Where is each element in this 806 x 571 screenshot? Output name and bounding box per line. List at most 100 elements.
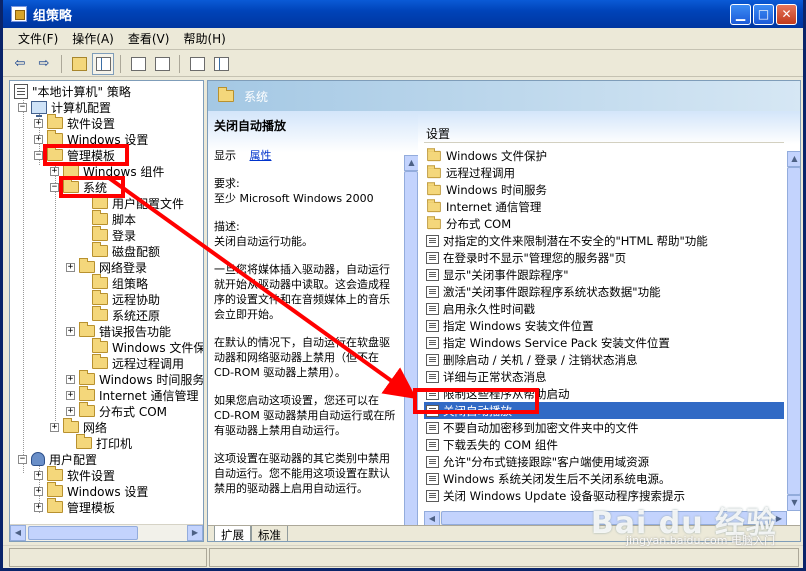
expand-icon[interactable]: +	[66, 374, 75, 384]
list-setting-item[interactable]: 对指定的文件来限制潜在不安全的"HTML 帮助"功能	[424, 232, 784, 249]
expand-icon[interactable]: +	[34, 134, 43, 144]
forward-arrow-icon[interactable]: ⇨	[33, 53, 55, 75]
list-setting-item[interactable]: Windows 系统关闭发生后不关闭系统电源。	[424, 470, 784, 487]
tree-item-scripts[interactable]: 脚本	[79, 210, 136, 227]
tree-user-windows-settings[interactable]: + Windows 设置	[34, 482, 148, 499]
tree-admin-templates[interactable]: − 管理模板	[34, 146, 115, 163]
tree-item-system-restore[interactable]: 系统还原	[79, 306, 160, 323]
tree-system[interactable]: − 系统	[50, 178, 107, 195]
list-setting-item[interactable]: 显示"关闭事件跟踪程序"	[424, 266, 784, 283]
up-folder-icon[interactable]	[68, 53, 90, 75]
list-setting-item[interactable]: 删除启动 / 关机 / 登录 / 注销状态消息	[424, 351, 784, 368]
list-folder-item[interactable]: Windows 文件保护	[424, 147, 784, 164]
tree-software-settings[interactable]: + 软件设置	[34, 114, 115, 131]
list-folder-item[interactable]: 远程过程调用	[424, 164, 784, 181]
scroll-thumb[interactable]	[787, 167, 800, 495]
tree-user-config[interactable]: − 用户配置	[18, 451, 97, 467]
tree-pane[interactable]: "本地计算机" 策略 − 计算机配置 + 软件设置 + Windows 设置 −…	[9, 80, 204, 542]
menu-file[interactable]: 文件(F)	[11, 28, 65, 49]
tree-item-user-profiles[interactable]: 用户配置文件	[79, 194, 184, 211]
tree-printers[interactable]: 打印机	[63, 434, 132, 451]
list-folder-item[interactable]: Windows 时间服务	[424, 181, 784, 198]
folder-icon	[92, 210, 108, 225]
scroll-down-icon[interactable]: ▼	[787, 495, 800, 511]
scroll-left-icon[interactable]: ◀	[424, 511, 440, 526]
tree-item-time-service[interactable]: + Windows 时间服务	[66, 370, 203, 387]
menu-help[interactable]: 帮助(H)	[176, 28, 232, 49]
list-folder-item[interactable]: Internet 通信管理	[424, 198, 784, 215]
tree-user-software-settings[interactable]: + 软件设置	[34, 466, 115, 483]
list-setting-item[interactable]: 限制这些程序从帮助启动	[424, 385, 784, 402]
tree-computer-config[interactable]: − 计算机配置	[18, 99, 111, 117]
list-setting-item[interactable]: 允许"分布式链接跟踪"客户端使用域资源	[424, 453, 784, 470]
properties-icon[interactable]	[127, 53, 149, 75]
list-setting-item[interactable]: 下载丢失的 COM 组件	[424, 436, 784, 453]
expand-icon[interactable]: +	[50, 422, 59, 432]
scroll-up-icon[interactable]: ▲	[787, 151, 800, 167]
minimize-button[interactable]: ▁	[730, 4, 751, 25]
list-setting-item[interactable]: 详细与正常状态消息	[424, 368, 784, 385]
console-pane-icon[interactable]	[210, 53, 232, 75]
scroll-up-icon[interactable]: ▲	[404, 155, 419, 171]
list-setting-item[interactable]: 不要自动加密移到加密文件夹中的文件	[424, 419, 784, 436]
expand-icon[interactable]: +	[66, 262, 75, 272]
scroll-right-icon[interactable]: ▶	[187, 525, 203, 541]
tree-item-disk-quotas[interactable]: 磁盘配额	[79, 242, 160, 259]
help-icon[interactable]	[186, 53, 208, 75]
tab-extended[interactable]: 扩展	[214, 526, 251, 541]
tree-item-logon[interactable]: 登录	[79, 226, 136, 243]
scroll-thumb[interactable]	[28, 526, 138, 540]
setting-icon	[426, 472, 439, 485]
expand-icon[interactable]: +	[34, 502, 43, 512]
settings-column-header[interactable]: 设置	[424, 123, 784, 143]
list-setting-item[interactable]: 指定 Windows Service Pack 安装文件位置	[424, 334, 784, 351]
scroll-thumb[interactable]	[404, 171, 418, 536]
tree-horizontal-scrollbar[interactable]: ◀ ▶	[10, 524, 203, 541]
back-arrow-icon[interactable]: ⇦	[9, 53, 31, 75]
tree-item-error-reporting[interactable]: + 错误报告功能	[66, 322, 171, 339]
expand-icon[interactable]: +	[34, 118, 43, 128]
tree-windows-settings[interactable]: + Windows 设置	[34, 130, 148, 147]
expand-icon[interactable]: +	[66, 326, 75, 336]
properties-link[interactable]: 属性	[250, 149, 272, 162]
menu-view[interactable]: 查看(V)	[121, 28, 177, 49]
tree-network[interactable]: + 网络	[50, 418, 107, 435]
tree-item-net-logon[interactable]: + 网络登录	[66, 258, 147, 275]
user-icon	[31, 452, 45, 466]
tree-item-remote-assistance[interactable]: 远程协助	[79, 290, 160, 307]
list-setting-item[interactable]: 指定 Windows 安装文件位置	[424, 317, 784, 334]
collapse-icon[interactable]: −	[34, 150, 43, 160]
tree-item-dcom[interactable]: + 分布式 COM	[66, 402, 167, 419]
expand-icon[interactable]: +	[66, 406, 75, 416]
tree-item-rpc[interactable]: 远程过程调用	[79, 354, 184, 371]
tree-item-windows-file-protection[interactable]: Windows 文件保护	[79, 338, 203, 355]
scroll-left-icon[interactable]: ◀	[10, 525, 26, 541]
collapse-icon[interactable]: −	[18, 454, 27, 464]
list-setting-item[interactable]: 启用永久性时间戳	[424, 300, 784, 317]
menu-action[interactable]: 操作(A)	[65, 28, 121, 49]
tree-root[interactable]: "本地计算机" 策略	[14, 83, 131, 99]
title-bar[interactable]: 组策略 ▁ □ ✕	[3, 0, 803, 28]
expand-icon[interactable]: +	[34, 470, 43, 480]
tree-item-internet-comm[interactable]: + Internet 通信管理	[66, 386, 198, 403]
tree-item-group-policy[interactable]: 组策略	[79, 274, 148, 291]
collapse-icon[interactable]: −	[18, 102, 27, 112]
show-tree-icon[interactable]	[92, 52, 114, 75]
requirements-value: 至少 Microsoft Windows 2000	[214, 192, 374, 205]
list-folder-item[interactable]: 分布式 COM	[424, 215, 784, 232]
collapse-icon[interactable]: −	[50, 182, 59, 192]
tab-standard[interactable]: 标准	[251, 526, 288, 541]
tree-windows-components[interactable]: + Windows 组件	[50, 162, 164, 179]
list-vertical-scrollbar[interactable]: ▲ ▼	[787, 151, 800, 511]
expand-icon[interactable]: +	[50, 166, 59, 176]
close-button[interactable]: ✕	[776, 4, 797, 25]
maximize-button[interactable]: □	[753, 4, 774, 25]
description-scrollbar[interactable]: ▲ ▼	[404, 155, 419, 541]
tree-user-admin-templates[interactable]: + 管理模板	[34, 498, 115, 515]
expand-icon[interactable]: +	[66, 390, 75, 400]
export-list-icon[interactable]	[151, 53, 173, 75]
expand-icon[interactable]: +	[34, 486, 43, 496]
list-setting-item[interactable]: 在登录时不显示"管理您的服务器"页	[424, 249, 784, 266]
list-setting-item-selected[interactable]: 关闭自动播放	[424, 402, 784, 419]
list-setting-item[interactable]: 激活"关闭事件跟踪程序系统状态数据"功能	[424, 283, 784, 300]
